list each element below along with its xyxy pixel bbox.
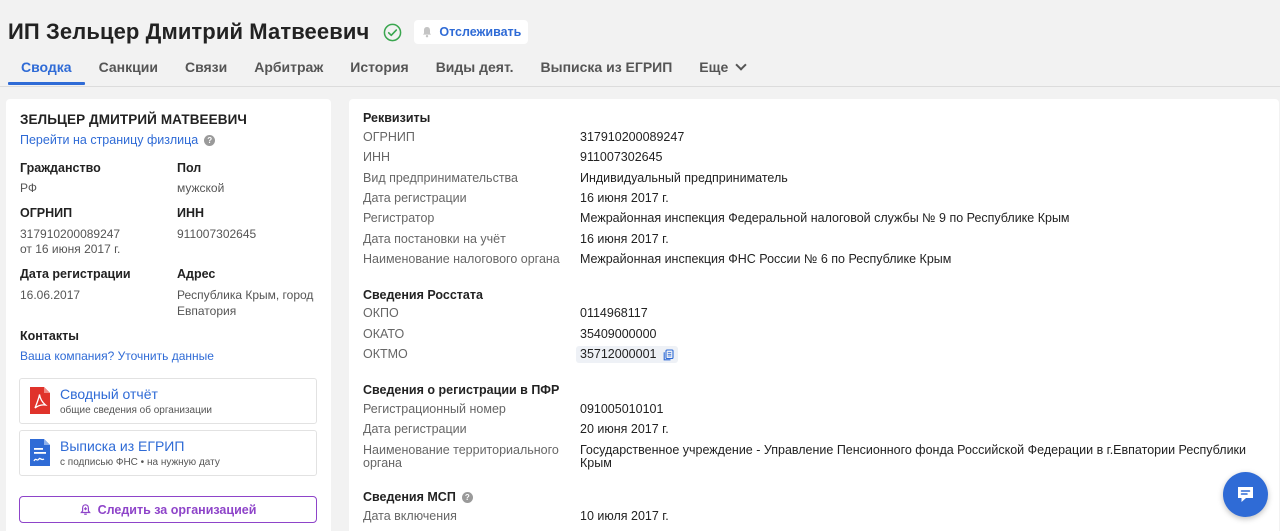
field-key: Дата включения	[363, 509, 457, 523]
watch-organization-button[interactable]: Следить за организацией	[19, 496, 317, 523]
field-key: Дата регистрации	[363, 191, 467, 205]
details-card: Реквизиты ОГРНИП 317910200089247 ИНН 911…	[349, 99, 1279, 531]
field-key: Наименование территориального органа	[363, 443, 559, 470]
tab-label: Санкции	[98, 59, 158, 75]
ogrnip-date: от 16 июня 2017 г.	[20, 242, 121, 256]
sex-label: Пол	[177, 161, 202, 175]
citizenship-value: РФ	[20, 181, 37, 195]
field-value: 20 июня 2017 г.	[580, 422, 669, 436]
field-key: Регистратор	[363, 211, 435, 225]
summary-report-card[interactable]: Сводный отчёт общие сведения об организа…	[19, 378, 317, 424]
tab-links[interactable]: Связи	[172, 52, 240, 84]
ogrnip-label: ОГРНИП	[20, 206, 73, 220]
person-page-link[interactable]: Перейти на страницу физлица ?	[20, 133, 317, 147]
pfr-title: Сведения о регистрации в ПФР	[363, 383, 560, 397]
chat-icon	[1238, 487, 1253, 502]
field-key: Регистрационный номер	[363, 402, 506, 416]
egrip-extract-title: Выписка из ЕГРИП	[60, 438, 185, 454]
chat-button[interactable]	[1223, 472, 1268, 517]
msp-title: Сведения МСП	[363, 490, 456, 504]
page-header: ИП Зельцер Дмитрий Матвеевич Отслеживать	[8, 16, 529, 48]
ogrnip-value: 317910200089247	[20, 227, 121, 241]
requisites-title: Реквизиты	[363, 111, 431, 125]
field-key: Дата регистрации	[363, 422, 467, 436]
field-value: Межрайонная инспекция ФНС России № 6 по …	[580, 252, 952, 266]
field-value: 0114968117	[580, 306, 648, 320]
tabs-divider	[0, 86, 1280, 87]
document-icon	[30, 439, 50, 466]
rosstat-title: Сведения Росстата	[363, 288, 483, 302]
follow-button-label: Отслеживать	[439, 25, 522, 39]
chevron-down-icon	[735, 59, 747, 71]
field-key: ОКТМО	[363, 347, 408, 361]
field-key: ОКАТО	[363, 327, 405, 341]
regdate-label: Дата регистрации	[20, 267, 131, 281]
field-value: 16 июня 2017 г.	[580, 191, 669, 205]
field-value: 091005010101	[580, 402, 664, 416]
tab-label: Выписка из ЕГРИП	[540, 59, 673, 75]
bell-icon	[423, 27, 432, 38]
field-key: ОКПО	[363, 306, 399, 320]
tab-label: Виды деят.	[435, 59, 514, 75]
field-key: ИНН	[363, 150, 391, 164]
person-name: ЗЕЛЬЦЕР ДМИТРИЙ МАТВЕЕВИЧ	[20, 112, 247, 127]
address-label: Адрес	[177, 267, 216, 281]
field-key: Дата постановки на учёт	[363, 232, 506, 246]
contacts-label: Контакты	[20, 329, 79, 343]
sex-value: мужской	[177, 181, 225, 195]
field-value: Государственное учреждение - Управление …	[580, 443, 1247, 470]
contacts-link[interactable]: Ваша компания? Уточнить данные	[20, 348, 214, 364]
egrip-extract-card[interactable]: Выписка из ЕГРИП с подписью ФНС • на нуж…	[19, 430, 317, 476]
field-value: Индивидуальный предприниматель	[580, 171, 788, 185]
field-key: Вид предпринимательства	[363, 171, 518, 185]
egrip-extract-subtitle: с подписью ФНС • на нужную дату	[60, 457, 220, 468]
inn-value: 911007302645	[177, 227, 257, 241]
regdate-value: 16.06.2017	[20, 288, 81, 302]
person-page-link-label: Перейти на страницу физлица	[20, 133, 199, 147]
verified-check-icon	[384, 23, 402, 41]
field-value: Межрайонная инспекция Федеральной налого…	[580, 211, 1070, 225]
field-value: 35409000000	[580, 327, 657, 341]
tab-summary[interactable]: Сводка	[8, 52, 85, 85]
field-value: 10 июля 2017 г.	[580, 509, 669, 523]
tab-label: Арбитраж	[254, 59, 324, 75]
tab-arbitration[interactable]: Арбитраж	[241, 52, 336, 84]
tab-more[interactable]: Еще	[686, 52, 758, 84]
copy-icon[interactable]	[663, 348, 675, 361]
bell-plus-icon	[79, 503, 91, 515]
follow-button[interactable]: Отслеживать	[414, 20, 529, 44]
field-key: ОГРНИП	[363, 130, 415, 144]
field-value: 317910200089247	[580, 130, 685, 144]
tab-label: Сводка	[21, 59, 72, 75]
tab-label: История	[350, 59, 409, 75]
tab-activities[interactable]: Виды деят.	[423, 52, 527, 84]
tab-history[interactable]: История	[337, 52, 421, 84]
msp-section-title: Сведения МСП ?	[363, 490, 473, 504]
summary-report-subtitle: общие сведения об организации	[60, 405, 213, 416]
inn-label: ИНН	[177, 206, 205, 220]
page-title: ИП Зельцер Дмитрий Матвеевич	[8, 19, 370, 44]
summary-report-title: Сводный отчёт	[60, 386, 158, 402]
summary-card: ЗЕЛЬЦЕР ДМИТРИЙ МАТВЕЕВИЧ Перейти на стр…	[6, 99, 331, 531]
address-value: Республика Крым, город Евпатория	[177, 288, 314, 318]
oktmo-copy-chip[interactable]: 35712000001	[576, 346, 679, 363]
field-value: 35712000001	[580, 347, 657, 361]
field-value: 16 июня 2017 г.	[580, 232, 669, 246]
help-icon[interactable]: ?	[461, 491, 473, 503]
pdf-icon	[30, 387, 50, 414]
tab-sanctions[interactable]: Санкции	[86, 52, 171, 84]
help-icon[interactable]: ?	[204, 134, 216, 146]
citizenship-label: Гражданство	[20, 161, 101, 175]
field-value: 911007302645	[580, 150, 663, 164]
watch-organization-label: Следить за организацией	[97, 502, 257, 517]
tab-egrip-extract[interactable]: Выписка из ЕГРИП	[528, 52, 686, 84]
tab-label: Связи	[184, 59, 228, 75]
tab-label: Еще	[699, 59, 729, 75]
tab-bar: Сводка Санкции Связи Арбитраж История Ви…	[8, 52, 1280, 86]
field-key: Наименование налогового органа	[363, 252, 560, 266]
